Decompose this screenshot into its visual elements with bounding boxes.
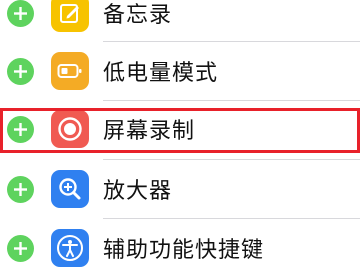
list-item-low-power-mode[interactable]: 低电量模式 [0,42,360,100]
plus-icon [14,122,27,136]
list-item-label: 放大器 [103,179,173,204]
plus-icon [14,64,27,78]
control-center-more-controls-list: 备忘录 低电量模式 屏幕录制 放大器 辅助功能快捷键 [0,0,360,270]
plus-icon [14,6,27,20]
list-item-label: 辅助功能快捷键 [103,238,265,263]
add-low-power-mode-button[interactable] [7,57,34,85]
add-screen-recording-button[interactable] [7,115,34,143]
notes-icon [51,0,89,32]
list-item-label: 低电量模式 [103,61,219,86]
magnifier-icon [51,170,89,208]
list-item-label: 备忘录 [103,3,173,28]
list-item-accessibility-shortcut[interactable]: 辅助功能快捷键 [0,219,360,270]
plus-icon [14,241,27,255]
battery-icon [51,52,89,90]
add-notes-button[interactable] [7,0,34,27]
list-item-label: 屏幕录制 [103,119,196,144]
plus-icon [14,182,27,196]
add-magnifier-button[interactable] [7,175,34,203]
accessibility-icon [51,229,89,267]
list-item-screen-recording[interactable]: 屏幕录制 [0,100,360,158]
list-item-notes[interactable]: 备忘录 [0,0,360,42]
record-icon [51,110,89,148]
list-item-magnifier[interactable]: 放大器 [0,160,360,218]
add-accessibility-shortcut-button[interactable] [7,234,34,262]
